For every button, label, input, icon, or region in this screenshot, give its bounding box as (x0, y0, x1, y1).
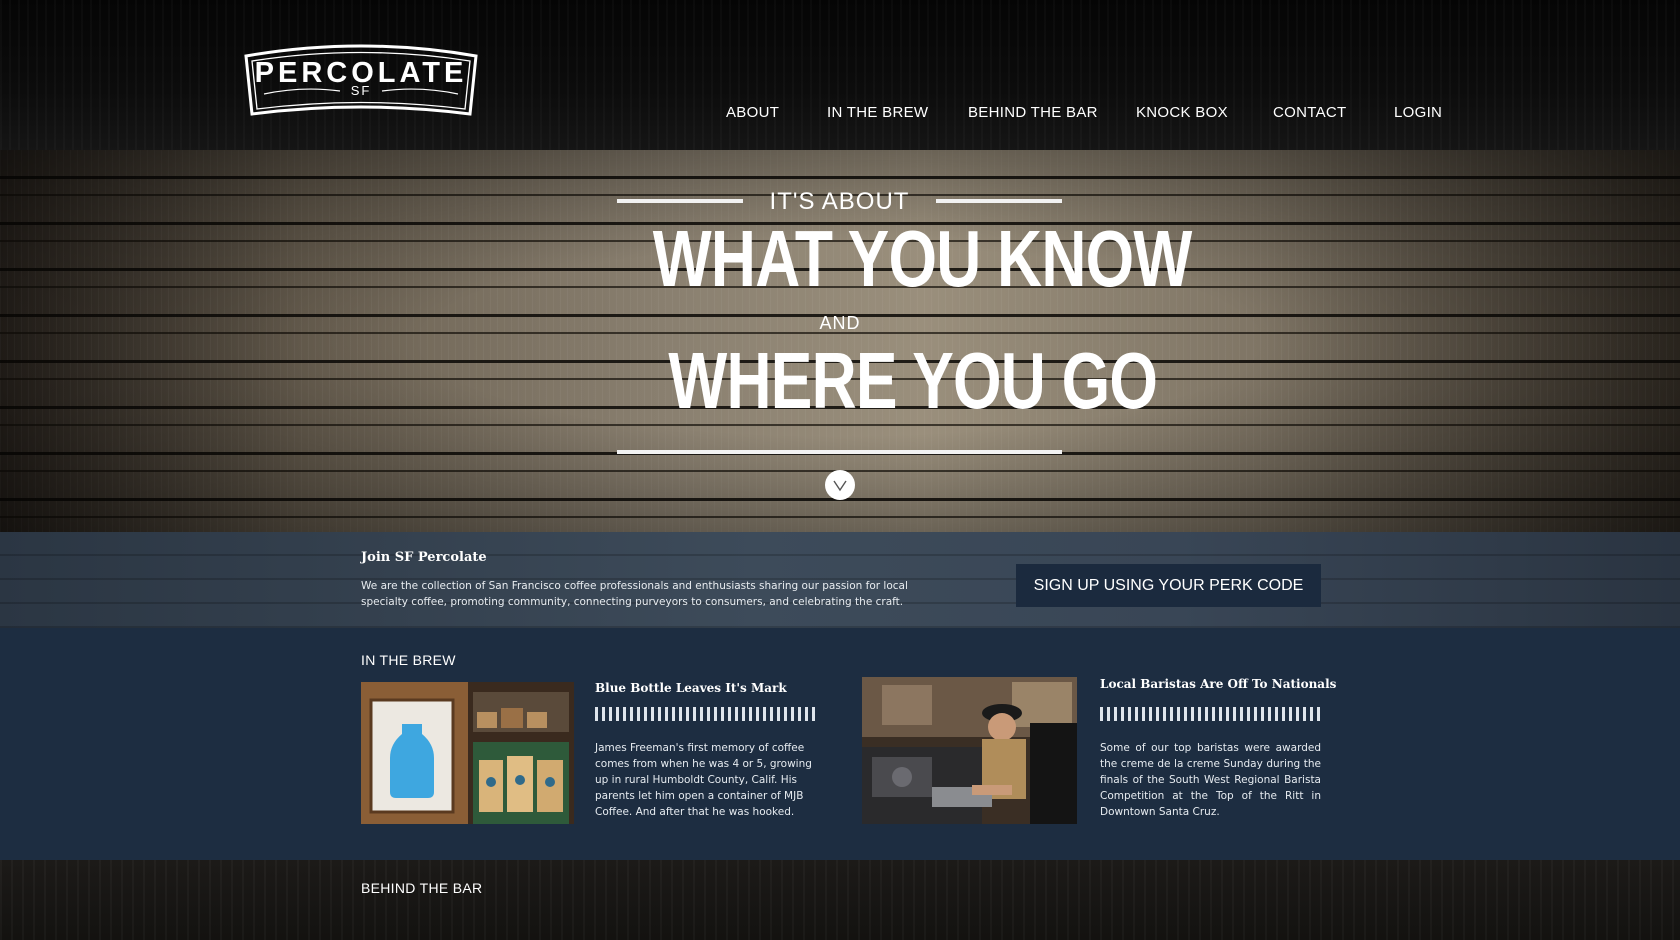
behind-the-bar-heading: BEHIND THE BAR (361, 880, 483, 896)
article-1-divider (595, 707, 816, 721)
site-header: PERCOLATE SF ABOUT IN THE BREW BEHIND TH… (0, 0, 1680, 150)
article-1-title[interactable]: Blue Bottle Leaves It's Mark (595, 681, 787, 695)
article-1-excerpt: James Freeman's first memory of coffee c… (595, 742, 812, 818)
scroll-down-button[interactable] (825, 470, 855, 500)
nav-login[interactable]: LOGIN (1394, 104, 1442, 121)
brew-heading: IN THE BREW (361, 652, 456, 668)
join-title: Join SF Percolate (361, 550, 487, 565)
chevron-down-icon (833, 480, 847, 492)
hero-headline-2: WHERE YOU GO (668, 336, 1158, 425)
article-2-divider (1100, 707, 1321, 721)
hero-kicker: IT'S ABOUT (769, 188, 910, 215)
logo-sub: SF (351, 83, 372, 98)
hero-rule-bottom (617, 450, 1062, 454)
behind-the-bar-section (0, 860, 1680, 940)
baristas-photo (862, 677, 1077, 824)
nav-knock-box[interactable]: KNOCK BOX (1136, 104, 1228, 121)
article-1-image[interactable] (361, 682, 574, 824)
hero-headline-1: WHAT YOU KNOW (652, 214, 1192, 303)
nav-contact[interactable]: CONTACT (1273, 104, 1346, 121)
hero-connector: AND (819, 313, 861, 333)
main-nav: ABOUT IN THE BREW BEHIND THE BAR KNOCK B… (0, 104, 1680, 128)
in-the-brew-section (0, 628, 1680, 860)
blue-bottle-photo (361, 682, 574, 824)
hero-rule-right (936, 199, 1062, 203)
article-2-title[interactable]: Local Baristas Are Off To Nationals (1100, 677, 1336, 691)
article-2-image[interactable] (862, 677, 1077, 824)
nav-behind-the-bar[interactable]: BEHIND THE BAR (968, 104, 1098, 121)
article-2-excerpt: Some of our top baristas were awarded th… (1100, 742, 1321, 818)
signup-perk-code-button[interactable]: SIGN UP USING YOUR PERK CODE (1016, 564, 1321, 607)
nav-in-the-brew[interactable]: IN THE BREW (827, 104, 928, 121)
nav-about[interactable]: ABOUT (726, 104, 779, 121)
join-description: We are the collection of San Francisco c… (361, 580, 908, 608)
hero-rule-left (617, 199, 743, 203)
